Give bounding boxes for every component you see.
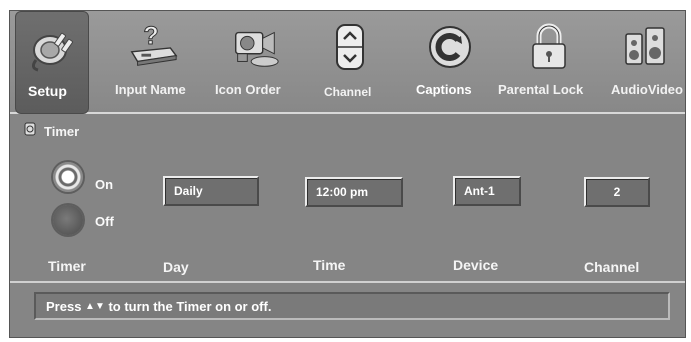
tab-icon-order[interactable]: Icon Order xyxy=(210,11,300,112)
plug-icon xyxy=(25,22,79,74)
camera-icon xyxy=(228,21,282,73)
day-field[interactable]: Daily xyxy=(163,176,259,206)
column-label-day: Day xyxy=(163,259,189,275)
up-down-arrows-icon: ▲▼ xyxy=(85,300,105,312)
input-name-icon: ? xyxy=(126,21,180,73)
tab-captions-label: Captions xyxy=(416,82,472,97)
svg-text:?: ? xyxy=(143,22,158,50)
status-text: to turn the Timer on or off. xyxy=(108,298,272,314)
column-label-timer: Timer xyxy=(48,258,86,274)
column-label-device: Device xyxy=(453,257,499,273)
column-label-time: Time xyxy=(313,257,346,273)
timer-section-title: Timer xyxy=(44,124,80,139)
tab-setup-label: Setup xyxy=(28,83,67,99)
tab-captions[interactable]: Captions xyxy=(410,11,490,112)
status-divider xyxy=(10,281,685,283)
column-label-channel: Channel xyxy=(584,259,640,275)
tab-channel-label: Channel xyxy=(324,85,372,99)
timer-off-radio[interactable] xyxy=(53,205,83,235)
channel-field[interactable]: 2 xyxy=(584,177,650,207)
tab-audiovideo[interactable]: AudioVideo xyxy=(604,11,685,112)
menu-toolbar: Setup ? Input Name Icon Order Channel Ca… xyxy=(10,11,685,114)
padlock-icon xyxy=(522,21,576,73)
device-field[interactable]: Ant-1 xyxy=(453,176,521,206)
timer-section-header: Timer xyxy=(24,122,79,141)
clock-icon xyxy=(24,122,36,141)
timer-off-label: Off xyxy=(95,214,114,229)
time-field[interactable]: 12:00 pm xyxy=(305,177,403,207)
tab-parental-lock[interactable]: Parental Lock xyxy=(496,11,602,112)
timer-on-label: On xyxy=(95,177,114,192)
tab-input-name[interactable]: ? Input Name xyxy=(105,11,200,112)
tab-channel[interactable]: Channel xyxy=(310,11,390,112)
status-prefix: Press xyxy=(46,298,82,314)
speakers-icon xyxy=(618,21,672,73)
tab-input-name-label: Input Name xyxy=(115,82,186,97)
status-bar: Press ▲▼ to turn the Timer on or off. xyxy=(34,292,670,320)
captions-icon xyxy=(423,21,477,73)
tab-audiovideo-label: AudioVideo xyxy=(611,82,683,97)
timer-on-radio[interactable] xyxy=(53,162,83,192)
tab-setup[interactable]: Setup xyxy=(15,11,89,114)
channel-arrows-icon xyxy=(323,21,377,73)
tab-icon-order-label: Icon Order xyxy=(215,82,281,97)
tab-parental-lock-label: Parental Lock xyxy=(498,82,584,97)
